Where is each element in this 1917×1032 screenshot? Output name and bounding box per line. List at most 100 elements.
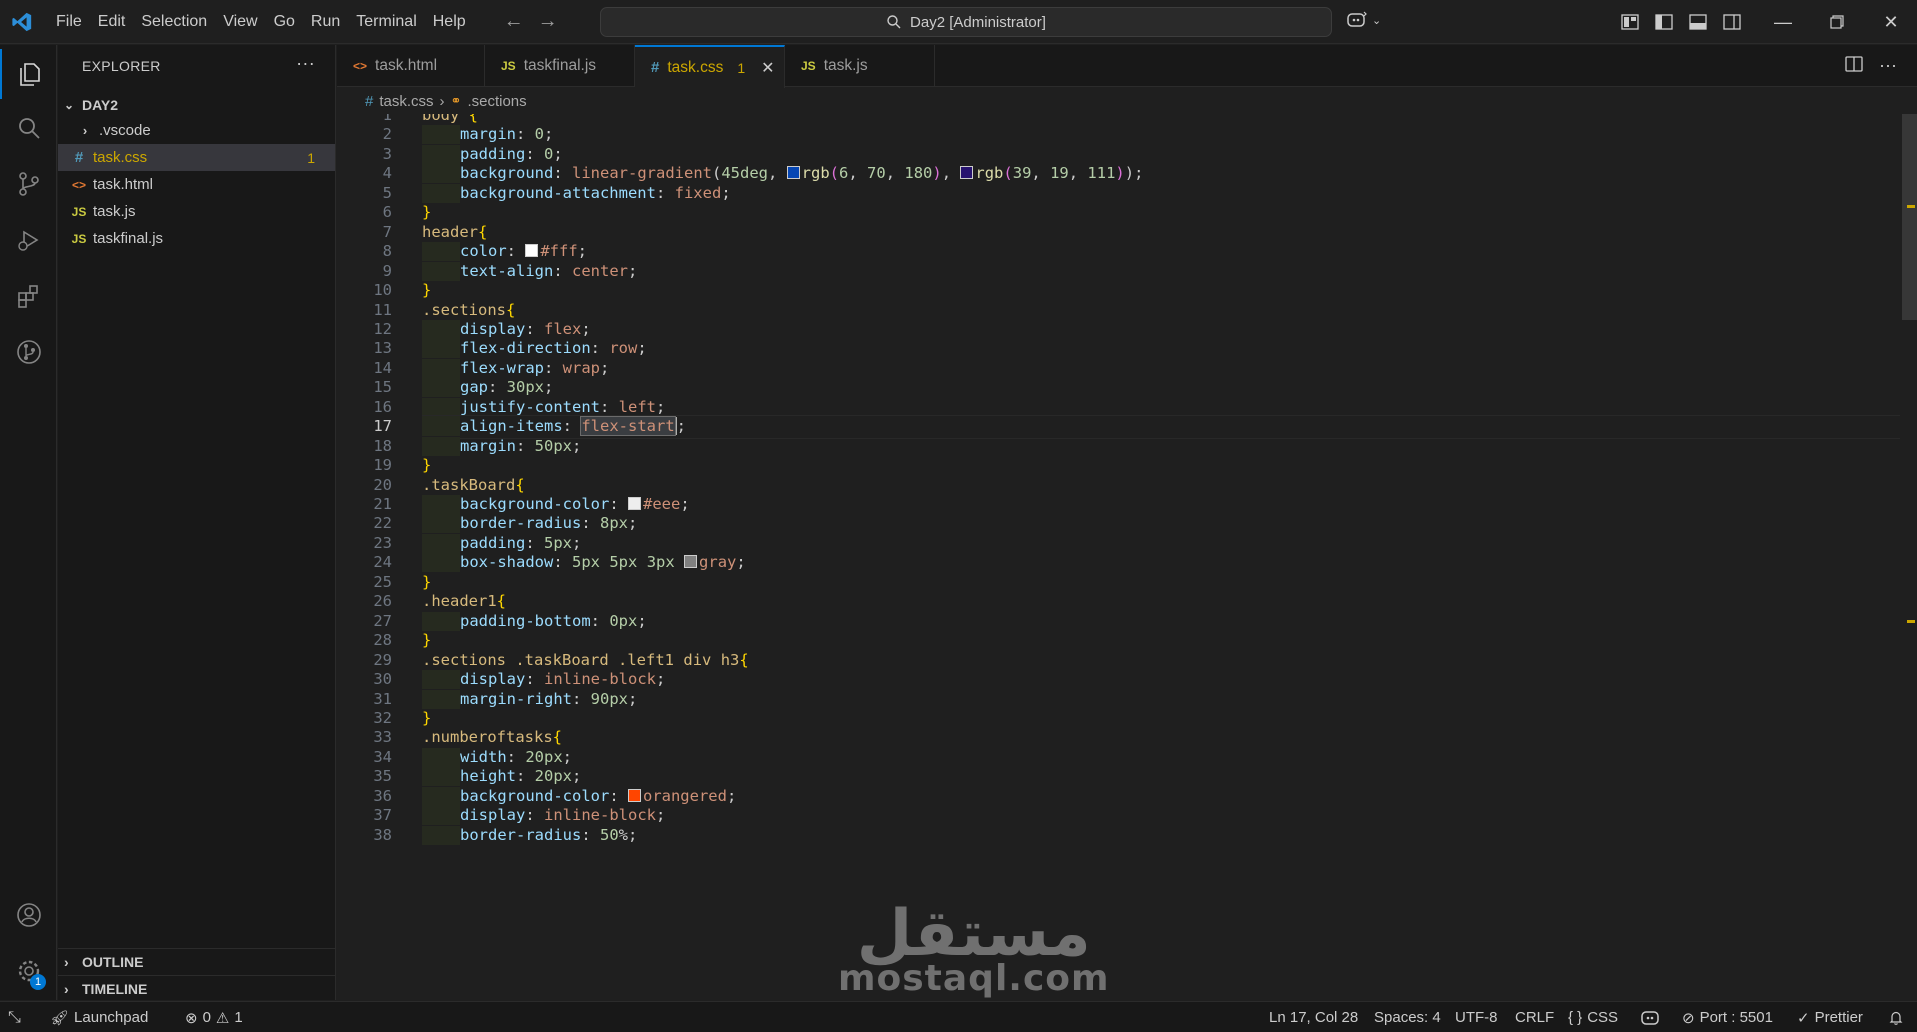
menu-run[interactable]: Run (303, 0, 348, 44)
code-line[interactable]: flex-direction: row; (422, 339, 647, 359)
minimize-icon[interactable]: — (1756, 0, 1810, 44)
code-line[interactable]: } (422, 203, 431, 221)
breadcrumb-file[interactable]: task.css (379, 93, 433, 110)
breadcrumb-symbol[interactable]: .sections (467, 93, 526, 110)
menu-selection[interactable]: Selection (133, 0, 215, 44)
problems-indicator[interactable]: ⊗ 0 ⚠ 1 (185, 1002, 243, 1032)
tree-item-vscode-folder[interactable]: › .vscode (58, 117, 335, 144)
code-line[interactable]: margin-right: 90px; (422, 689, 637, 709)
code-line[interactable]: .taskBoard{ (422, 476, 525, 494)
source-control-icon[interactable] (0, 159, 57, 209)
code-line[interactable]: .numberoftasks{ (422, 728, 562, 746)
prettier-status[interactable]: ✓ Prettier (1797, 1002, 1863, 1032)
workspace-folder[interactable]: ⌄ DAY2 (58, 93, 335, 117)
scrollbar-thumb[interactable] (1902, 114, 1917, 320)
code-line[interactable]: } (422, 573, 431, 591)
launchpad-button[interactable]: 🚀︎ Launchpad (50, 1002, 148, 1032)
code-line[interactable]: header{ (422, 223, 487, 241)
tree-item-task-js[interactable]: JS task.js (58, 198, 335, 225)
encoding[interactable]: UTF-8 (1455, 1002, 1498, 1032)
copilot-status-icon[interactable] (1640, 1002, 1660, 1032)
code-line[interactable]: color: #fff; (422, 242, 587, 262)
code-line[interactable]: background-attachment: fixed; (422, 183, 731, 203)
accounts-icon[interactable] (0, 890, 57, 940)
code-line[interactable]: justify-content: left; (422, 397, 665, 417)
menu-edit[interactable]: Edit (90, 0, 134, 44)
timeline-section[interactable]: › TIMELINE (58, 975, 336, 1002)
extensions-icon[interactable] (0, 271, 57, 321)
notifications-bell-icon[interactable] (1888, 1002, 1904, 1032)
code-line[interactable]: display: inline-block; (422, 670, 665, 690)
manage-gear-icon[interactable]: 1 (0, 946, 57, 996)
editor-scrollbar[interactable] (1900, 114, 1917, 1000)
gitlens-icon[interactable] (0, 327, 57, 377)
explorer-icon[interactable] (0, 49, 57, 99)
code-line[interactable]: margin: 0; (422, 125, 553, 145)
remote-indicator[interactable]: ⤡ (8, 1002, 21, 1032)
code-line[interactable]: width: 20px; (422, 747, 572, 767)
indentation[interactable]: Spaces: 4 (1374, 1002, 1441, 1032)
code-editor[interactable]: 1 body {2 margin: 0; 3 padding: 0; 4 backgroun… (337, 114, 1900, 1000)
menu-help[interactable]: Help (425, 0, 474, 44)
code-line[interactable]: margin: 50px; (422, 436, 581, 456)
code-line[interactable]: background-color: #eee; (422, 495, 690, 514)
code-line[interactable]: } (422, 281, 431, 299)
command-center-search[interactable]: Day2 [Administrator] (600, 7, 1332, 37)
code-line[interactable]: border-radius: 8px; (422, 514, 637, 534)
tab-task-js[interactable]: JS task.js (785, 45, 935, 87)
menu-go[interactable]: Go (266, 0, 303, 44)
code-line[interactable]: background-color: orangered; (422, 786, 736, 806)
tree-item-task-css[interactable]: # task.css 1 (58, 144, 335, 171)
toggle-primary-sidebar-icon[interactable] (1652, 10, 1676, 34)
outline-title: OUTLINE (82, 954, 144, 970)
tree-item-task-html[interactable]: <> task.html (58, 171, 335, 198)
tab-task-html[interactable]: <> task.html (337, 45, 485, 87)
more-actions-icon[interactable]: ··· (296, 53, 315, 74)
menu-file[interactable]: File (48, 0, 90, 44)
run-debug-icon[interactable] (0, 215, 57, 265)
restore-icon[interactable] (1810, 0, 1864, 44)
close-icon[interactable]: ✕ (1864, 0, 1917, 44)
code-line[interactable]: } (422, 631, 431, 649)
code-line[interactable]: border-radius: 50%; (422, 825, 637, 845)
language-mode[interactable]: { } CSS (1568, 1002, 1618, 1032)
toggle-secondary-sidebar-icon[interactable] (1720, 10, 1744, 34)
more-actions-icon[interactable]: ··· (1879, 55, 1897, 78)
cursor-position[interactable]: Ln 17, Col 28 (1269, 1002, 1358, 1032)
code-line[interactable]: flex-wrap: wrap; (422, 358, 609, 378)
customize-layout-icon[interactable] (1618, 10, 1642, 34)
code-line[interactable]: } (422, 456, 431, 474)
code-line[interactable]: gap: 30px; (422, 378, 553, 398)
back-arrow-icon[interactable]: ← (504, 10, 524, 33)
close-tab-icon[interactable]: ✕ (761, 58, 774, 78)
code-line[interactable]: .sections{ (422, 301, 515, 319)
live-server-port[interactable]: ⊘ Port : 5501 (1682, 1002, 1773, 1032)
tab-task-css[interactable]: # task.css 1 ✕ (635, 45, 785, 88)
search-icon[interactable] (0, 103, 57, 153)
code-line[interactable]: body { (422, 114, 478, 124)
menu-terminal[interactable]: Terminal (348, 0, 424, 44)
code-line[interactable]: display: inline-block; (422, 806, 665, 826)
split-editor-icon[interactable] (1845, 55, 1863, 78)
code-line[interactable]: display: flex; (422, 319, 591, 339)
code-line[interactable]: } (422, 709, 431, 727)
menu-view[interactable]: View (215, 0, 265, 44)
outline-section[interactable]: › OUTLINE (58, 948, 336, 975)
code-line[interactable]: padding: 5px; (422, 533, 581, 553)
forward-arrow-icon[interactable]: → (538, 10, 558, 33)
code-line[interactable]: background: linear-gradient(45deg, rgb(6… (422, 164, 1143, 184)
chevron-down-icon: ⌄ (1372, 14, 1382, 27)
line-ending[interactable]: CRLF (1515, 1002, 1554, 1032)
code-line[interactable]: .header1{ (422, 592, 506, 610)
code-line[interactable]: box-shadow: 5px 5px 3px gray; (422, 553, 746, 573)
code-line[interactable]: .sections .taskBoard .left1 div h3{ (422, 651, 749, 669)
code-line[interactable]: align-items: flex-start; (422, 416, 686, 437)
code-line[interactable]: height: 20px; (422, 767, 581, 787)
tree-item-taskfinal-js[interactable]: JS taskfinal.js (58, 225, 335, 252)
copilot-button[interactable]: ⌄ (1346, 10, 1381, 30)
toggle-panel-icon[interactable] (1686, 10, 1710, 34)
code-line[interactable]: text-align: center; (422, 261, 637, 281)
code-line[interactable]: padding-bottom: 0px; (422, 611, 647, 631)
code-line[interactable]: padding: 0; (422, 144, 563, 164)
tab-taskfinal-js[interactable]: JS taskfinal.js (485, 45, 635, 87)
